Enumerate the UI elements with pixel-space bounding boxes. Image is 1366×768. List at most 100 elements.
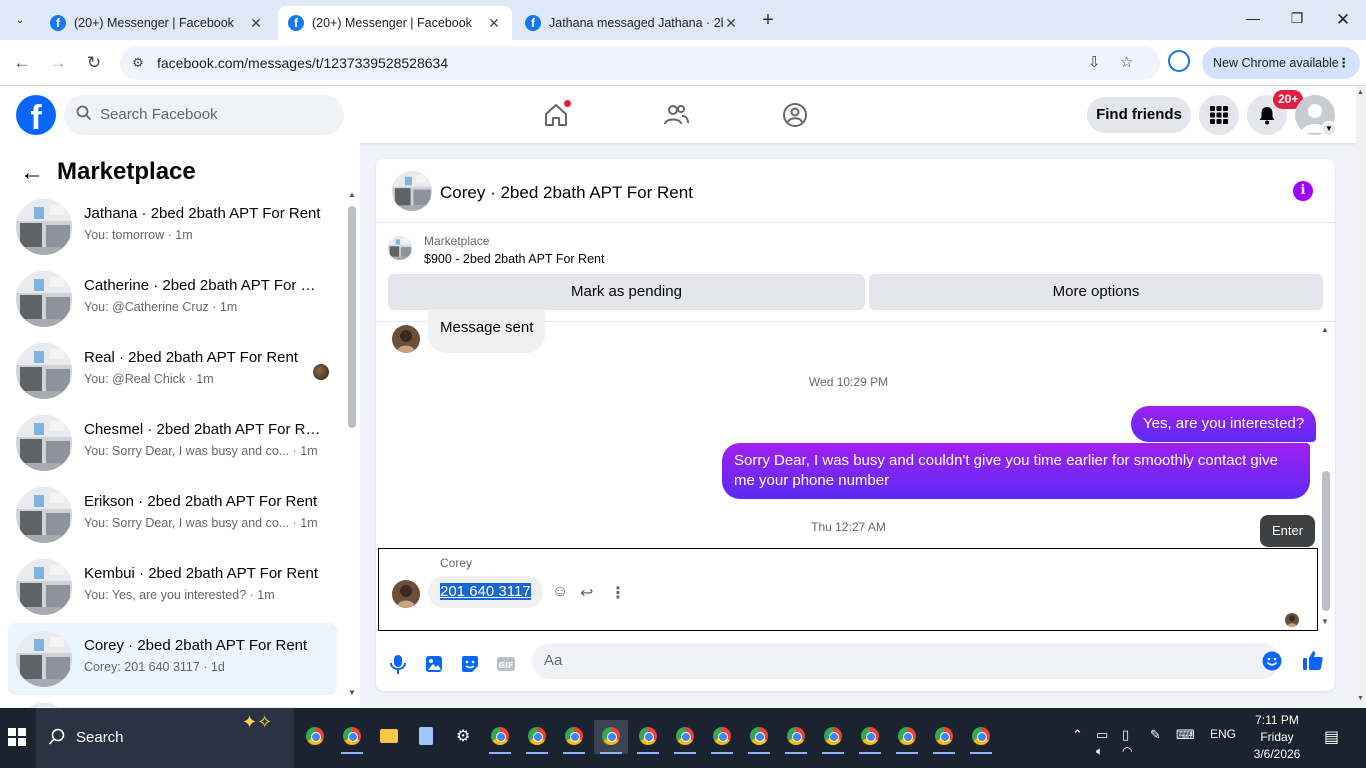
- close-tab-icon[interactable]: ✕: [723, 15, 739, 32]
- chat-item-catherine[interactable]: Catherine · 2bed 2bath APT For Rent You:…: [8, 263, 337, 335]
- chrome-profile-icon[interactable]: [1168, 50, 1190, 72]
- chrome-taskbar-app[interactable]: [890, 720, 924, 754]
- react-emoji-icon[interactable]: ☺: [552, 583, 568, 601]
- install-app-icon[interactable]: ⇩: [1088, 53, 1101, 71]
- emoji-icon[interactable]: [1262, 651, 1282, 671]
- friends-icon[interactable]: [662, 101, 690, 129]
- address-bar[interactable]: ⚙ facebook.com/messages/t/12373395285286…: [120, 46, 1160, 80]
- chat-item-real[interactable]: Real · 2bed 2bath APT For Rent You: @Rea…: [8, 335, 337, 407]
- chat-item-corey[interactable]: Corey · 2bed 2bath APT For Rent Corey: 2…: [8, 623, 337, 695]
- tab-search-icon[interactable]: ⌄: [8, 8, 32, 32]
- chrome-taskbar-app[interactable]: [557, 720, 591, 754]
- taskbar-search[interactable]: Search ✦✧: [36, 708, 294, 768]
- close-tab-icon[interactable]: ✕: [248, 15, 264, 32]
- find-friends-button[interactable]: Find friends: [1087, 97, 1191, 133]
- site-info-icon[interactable]: ⚙: [128, 53, 148, 73]
- chat-item-partial[interactable]: [8, 695, 337, 707]
- listing-thumbnail[interactable]: [388, 236, 412, 260]
- more-options-button[interactable]: More options: [869, 274, 1323, 310]
- facebook-logo-icon[interactable]: f: [16, 95, 56, 135]
- phone-number-link[interactable]: 201 640 3117: [440, 583, 531, 600]
- chrome-taskbar-app[interactable]: [335, 720, 369, 754]
- scroll-thumb[interactable]: [348, 206, 356, 428]
- restore-icon[interactable]: ❐: [1282, 10, 1312, 27]
- system-clock[interactable]: 7:11 PM Friday 3/6/2026: [1248, 712, 1306, 763]
- search-input[interactable]: Search Facebook: [64, 95, 344, 135]
- close-window-icon[interactable]: ✕: [1328, 10, 1358, 30]
- listing-price[interactable]: $900 - 2bed 2bath APT For Rent: [424, 252, 604, 266]
- corey-avatar[interactable]: [392, 325, 420, 353]
- more-actions-icon[interactable]: ⋮: [610, 583, 626, 603]
- new-chrome-available-button[interactable]: New Chrome available ⋮: [1202, 47, 1360, 79]
- message-input[interactable]: Aa: [532, 643, 1280, 679]
- show-hidden-icons-icon[interactable]: ⌃: [1072, 727, 1083, 743]
- thumbs-up-icon[interactable]: [1302, 649, 1324, 671]
- minimize-icon[interactable]: —: [1238, 10, 1268, 26]
- groups-icon[interactable]: [781, 101, 809, 129]
- new-tab-icon[interactable]: +: [758, 10, 778, 30]
- bookmark-star-icon[interactable]: ☆: [1120, 53, 1133, 71]
- chat-item-chesmel[interactable]: Chesmel · 2bed 2bath APT For Rent You: S…: [8, 407, 337, 479]
- volume-icon[interactable]: 🔈︎: [1096, 744, 1103, 759]
- chat-item-jathana[interactable]: Jathana · 2bed 2bath APT For Rent You: t…: [8, 191, 337, 263]
- notepad-app[interactable]: [409, 720, 443, 754]
- pen-icon[interactable]: ✎: [1150, 727, 1161, 743]
- device-icon[interactable]: ▯: [1122, 727, 1129, 743]
- chrome-taskbar-app[interactable]: [964, 720, 998, 754]
- chrome-taskbar-app[interactable]: [816, 720, 850, 754]
- back-icon[interactable]: ←: [10, 52, 34, 76]
- file-explorer-app[interactable]: [372, 720, 406, 754]
- chrome-taskbar-app[interactable]: [298, 720, 332, 754]
- back-arrow-icon[interactable]: ←: [20, 159, 44, 187]
- menu-grid-button[interactable]: [1199, 95, 1239, 135]
- thread-scrollbar[interactable]: ▲ ▼: [1321, 323, 1331, 629]
- seen-avatar: [313, 364, 329, 380]
- chat-list-scrollbar[interactable]: ▲ ▼: [347, 188, 357, 698]
- battery-icon[interactable]: ▭: [1096, 727, 1108, 743]
- chrome-taskbar-app[interactable]: [853, 720, 887, 754]
- mark-as-pending-button[interactable]: Mark as pending: [388, 274, 865, 310]
- chrome-taskbar-app[interactable]: [779, 720, 813, 754]
- chrome-taskbar-app[interactable]: [520, 720, 554, 754]
- chat-name: Kembui · 2bed 2bath APT For Rent: [84, 565, 319, 582]
- outgoing-message[interactable]: Yes, are you interested?: [1131, 406, 1317, 442]
- phone-number-message[interactable]: 201 640 3117: [428, 576, 543, 608]
- page-scrollbar[interactable]: ▲ ▼: [1356, 87, 1366, 707]
- tab-messenger-2[interactable]: f (20+) Messenger | Facebook ✕: [278, 6, 512, 40]
- settings-app[interactable]: ⚙: [446, 720, 480, 754]
- chrome-taskbar-app[interactable]: [927, 720, 961, 754]
- microphone-icon[interactable]: [387, 653, 409, 675]
- chrome-taskbar-app[interactable]: [631, 720, 665, 754]
- chrome-taskbar-app-active[interactable]: [594, 720, 628, 754]
- close-tab-icon[interactable]: ✕: [486, 15, 502, 32]
- chat-item-erikson[interactable]: Erikson · 2bed 2bath APT For Rent You: S…: [8, 479, 337, 551]
- chat-item-kembui[interactable]: Kembui · 2bed 2bath APT For Rent You: Ye…: [8, 551, 337, 623]
- outgoing-message[interactable]: Sorry Dear, I was busy and couldn't give…: [722, 443, 1310, 499]
- chrome-taskbar-app[interactable]: [742, 720, 776, 754]
- keyboard-icon[interactable]: ⌨: [1176, 727, 1195, 743]
- chevron-down-icon[interactable]: ▼: [1321, 121, 1337, 137]
- forward-icon[interactable]: →: [46, 52, 70, 76]
- chrome-taskbar-app[interactable]: [668, 720, 702, 754]
- chrome-taskbar-app[interactable]: [483, 720, 517, 754]
- chat-preview: You: Yes, are you interested? · 1m: [84, 588, 275, 602]
- conversation-title[interactable]: Corey · 2bed 2bath APT For Rent: [440, 183, 693, 203]
- gif-icon[interactable]: GIF: [495, 653, 517, 675]
- wifi-icon[interactable]: ◠: [1122, 744, 1132, 758]
- reload-icon[interactable]: ↻: [82, 52, 106, 76]
- chrome-taskbar-app[interactable]: [705, 720, 739, 754]
- windows-start-icon[interactable]: [8, 728, 26, 746]
- reply-icon[interactable]: ↩: [580, 583, 593, 603]
- sticker-icon[interactable]: [459, 653, 481, 675]
- notification-center-icon[interactable]: ▤: [1324, 727, 1339, 747]
- language-indicator[interactable]: ENG: [1210, 727, 1236, 741]
- apartment-thumbnail[interactable]: [392, 171, 432, 211]
- tab-jathana[interactable]: f Jathana messaged Jathana · 2bed ✕: [515, 6, 749, 40]
- photo-icon[interactable]: [423, 653, 445, 675]
- corey-avatar[interactable]: [392, 580, 420, 608]
- scroll-thumb[interactable]: [1322, 471, 1330, 611]
- info-icon[interactable]: i: [1293, 181, 1313, 201]
- tab-messenger-1[interactable]: f (20+) Messenger | Facebook ✕: [40, 6, 274, 40]
- enter-tooltip: Enter: [1260, 515, 1316, 547]
- chrome-menu-icon[interactable]: ⋮: [1338, 47, 1351, 79]
